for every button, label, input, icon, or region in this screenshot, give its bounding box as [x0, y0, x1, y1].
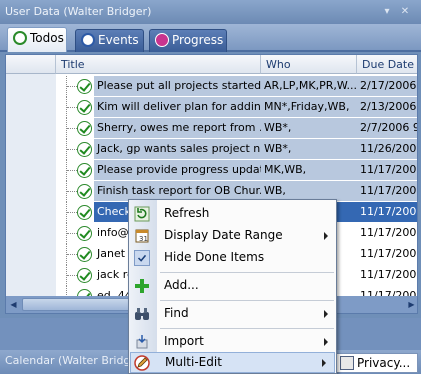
tab-events[interactable]: Events — [75, 29, 144, 52]
cell-due-date: 11/17/2006 ... — [357, 181, 417, 202]
table-row[interactable]: Kim will deliver plan for adding ...MN*,… — [6, 97, 417, 118]
cell-due-date: 2/13/2006 1... — [357, 97, 417, 118]
cell-due-date: 11/17/2006 ... — [357, 265, 417, 286]
cell-due-date: 2/7/2006 9:0... — [357, 118, 417, 139]
cell-who: WB*, — [261, 139, 357, 160]
scroll-right-icon[interactable]: ▶ — [405, 298, 417, 311]
cell-due-date: 11/17/2006 ... — [357, 160, 417, 181]
done-check-icon[interactable] — [77, 268, 92, 283]
row-indicator-header — [6, 55, 56, 74]
submenu-arrow-icon — [322, 359, 326, 367]
context-menu: Refresh 31 Display Date Range Hide Done … — [128, 199, 337, 374]
tree-connector — [66, 181, 77, 202]
cell-title: Sherry, owes me report from ... — [94, 118, 261, 139]
done-check-icon[interactable] — [77, 163, 92, 178]
done-check-icon[interactable] — [77, 247, 92, 262]
column-header-due-date[interactable]: Due Date — [357, 55, 417, 74]
close-icon[interactable]: ✕ — [398, 5, 412, 19]
tree-connector — [66, 223, 77, 244]
menu-item-label: Hide Done Items — [164, 250, 265, 264]
privacy-label: Privacy... — [357, 356, 411, 370]
column-header-title[interactable]: Title — [56, 55, 261, 74]
import-icon — [136, 335, 148, 349]
done-check-icon[interactable] — [77, 79, 92, 94]
tab-strip: Todos Events Progress — [0, 24, 421, 52]
menu-item-label: Find — [164, 306, 189, 320]
done-check-icon[interactable] — [77, 121, 92, 136]
done-check-icon[interactable] — [77, 142, 92, 157]
menu-item-label: Import — [164, 334, 204, 348]
cell-who: AR,LP,MK,PR,W... — [261, 76, 357, 97]
menu-item-hide-done-items[interactable]: Hide Done Items — [130, 247, 335, 269]
cell-title: Please provide progress updat... — [94, 160, 261, 181]
table-row[interactable]: Please provide progress updat... MK,WB, 11… — [6, 160, 417, 181]
done-check-icon[interactable] — [77, 226, 92, 241]
cell-who: MN*,Friday,WB, — [261, 97, 357, 118]
pin-icon[interactable]: ▾ — [380, 5, 394, 19]
binoculars-icon — [135, 308, 149, 320]
calendar-icon: 31 — [135, 229, 149, 243]
done-check-icon[interactable] — [77, 100, 92, 115]
scroll-left-icon[interactable]: ◀ — [7, 298, 20, 311]
table-row[interactable]: Please put all projects started ... AR,LP… — [6, 76, 417, 97]
done-check-icon[interactable] — [77, 205, 92, 220]
cell-due-date: 11/26/2006 ... — [357, 139, 417, 160]
table-row[interactable]: Jack, gp wants sales project n... WB*, 11/… — [6, 139, 417, 160]
cell-title: Jack, gp wants sales project n... — [94, 139, 261, 160]
cell-title: Kim will deliver plan for adding ... — [94, 97, 261, 118]
checkmark-icon — [134, 250, 150, 266]
menu-item-add[interactable]: Add... — [129, 275, 336, 297]
window-titlebar: User Data (Walter Bridger) ▾ ✕ — [0, 0, 421, 24]
calendar-title: Calendar (Walter Bridger) — [5, 354, 146, 367]
tree-connector — [66, 139, 77, 160]
privacy-icon — [340, 356, 354, 370]
todo-check-icon — [13, 31, 27, 45]
menu-item-refresh[interactable]: Refresh — [129, 203, 336, 225]
refresh-icon — [134, 206, 150, 222]
pencil-icon — [134, 355, 150, 371]
tree-connector — [66, 118, 77, 139]
menu-separator — [160, 300, 334, 301]
menu-item-label: Add... — [164, 278, 199, 292]
tab-todos[interactable]: Todos — [7, 27, 67, 52]
plus-icon — [135, 279, 149, 293]
tree-connector — [66, 160, 77, 181]
tab-label: Events — [98, 33, 139, 47]
tab-progress[interactable]: Progress — [149, 29, 227, 52]
clock-icon — [81, 33, 95, 47]
tab-label: Progress — [172, 33, 224, 47]
cell-who: WB*, — [261, 118, 357, 139]
menu-item-display-date-range[interactable]: 31 Display Date Range — [129, 225, 336, 247]
cell-who: MK,WB, — [261, 160, 357, 181]
menu-item-label: Refresh — [164, 206, 210, 220]
menu-item-multi-edit[interactable]: Multi-Edit — [130, 352, 335, 373]
table-row[interactable]: Sherry, owes me report from ... WB*, 2/7/2… — [6, 118, 417, 139]
cell-due-date: 11/17/2006 ... — [357, 223, 417, 244]
tree-connector — [66, 202, 77, 223]
tree-connector — [66, 76, 77, 97]
menu-separator — [160, 272, 334, 273]
tree-connector — [66, 244, 77, 265]
menu-item-find[interactable]: Find — [129, 303, 336, 325]
menu-item-label: Display Date Range — [164, 228, 283, 242]
done-check-icon[interactable] — [77, 184, 92, 199]
submenu-arrow-icon — [324, 232, 328, 240]
tree-connector — [66, 97, 77, 118]
submenu-arrow-icon — [324, 310, 328, 318]
cell-due-date: 2/17/2006 1:... — [357, 76, 417, 97]
tree-connector — [66, 265, 77, 286]
column-header-who[interactable]: Who — [261, 55, 357, 74]
tab-label: Todos — [30, 31, 64, 45]
cell-due-date: 11/17/2006 ... — [357, 244, 417, 265]
window-title: User Data (Walter Bridger) — [5, 5, 152, 18]
menu-item-label: Multi-Edit — [165, 355, 222, 369]
menu-separator — [160, 328, 334, 329]
svg-text:31: 31 — [139, 235, 148, 243]
submenu-arrow-icon — [324, 338, 328, 346]
progress-icon — [155, 33, 169, 47]
menu-item-import[interactable]: Import — [129, 331, 336, 353]
cell-title: Please put all projects started ... — [94, 76, 261, 97]
privacy-button[interactable]: Privacy... — [336, 353, 418, 373]
cell-due-date: 11/17/2006 ... — [357, 202, 417, 223]
